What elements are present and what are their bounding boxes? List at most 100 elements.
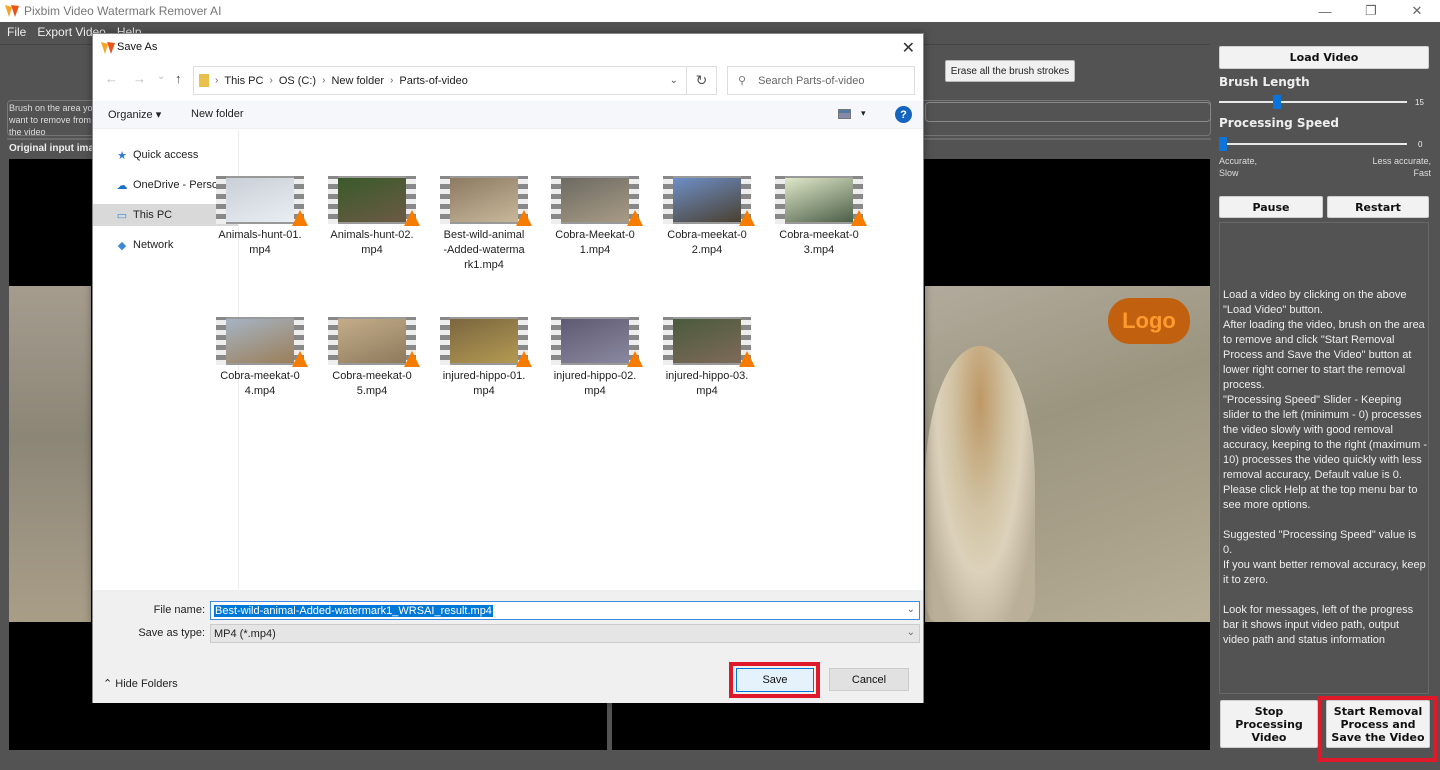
address-dropdown-icon[interactable]: ⌄: [670, 75, 678, 86]
refresh-icon[interactable]: ↻: [687, 66, 717, 95]
brush-length-slider[interactable]: [1219, 101, 1407, 103]
brush-length-slider-thumb[interactable]: [1273, 95, 1281, 109]
help-icon[interactable]: ?: [895, 106, 912, 123]
file-item[interactable]: Best-wild-animal -Added-waterma rk1.mp4: [434, 176, 534, 273]
file-item[interactable]: Cobra-meekat-0 3.mp4: [769, 176, 869, 258]
processing-speed-slider-thumb[interactable]: [1219, 137, 1227, 151]
app-title: Pixbim Video Watermark Remover AI: [24, 4, 222, 18]
breadcrumb-os-c[interactable]: OS (C:): [279, 75, 316, 87]
hide-folders-button[interactable]: ⌃ Hide Folders: [103, 677, 178, 690]
file-item[interactable]: Cobra-meekat-0 4.mp4: [210, 317, 310, 399]
thumbnail-image: [561, 178, 629, 222]
film-strip: [328, 176, 338, 224]
view-options-icon[interactable]: [838, 109, 851, 119]
nav-label: This PC: [133, 209, 173, 221]
cloud-icon: ☁: [116, 180, 128, 192]
maximize-button[interactable]: ❐: [1348, 0, 1394, 22]
progress-bar: [925, 102, 1211, 122]
network-icon: ◆: [117, 240, 127, 252]
vlc-icon: [739, 210, 755, 226]
brush-length-value: 15: [1415, 98, 1424, 107]
file-name-value: Best-wild-animal-Added-watermark1_WRSAI_…: [214, 604, 493, 617]
vlc-icon: [404, 351, 420, 367]
film-strip: [663, 317, 673, 365]
chevron-down-icon[interactable]: ⌄: [907, 604, 915, 615]
file-name: injured-hippo-02. mp4: [553, 370, 637, 397]
file-name-input[interactable]: Best-wild-animal-Added-watermark1_WRSAI_…: [210, 601, 920, 620]
video-thumbnail: [216, 176, 308, 226]
stop-processing-button[interactable]: Stop Processing Video: [1220, 700, 1318, 748]
breadcrumb-parts-of-video[interactable]: Parts-of-video: [399, 75, 467, 87]
nav-quick-access[interactable]: ★ Quick access: [93, 144, 238, 166]
file-name: injured-hippo-03. mp4: [665, 370, 749, 397]
pause-button[interactable]: Pause: [1219, 196, 1323, 218]
video-thumbnail: [551, 317, 643, 367]
brush-video-frame[interactable]: Logo: [925, 286, 1210, 622]
computer-icon: ▭: [116, 210, 128, 222]
address-bar[interactable]: › This PC › OS (C:) › New folder › Parts…: [193, 66, 687, 95]
file-item[interactable]: Animals-hunt-01. mp4: [210, 176, 310, 258]
file-item[interactable]: Animals-hunt-02. mp4: [322, 176, 422, 258]
file-name-label: File name:: [153, 604, 205, 616]
menu-file[interactable]: File: [7, 25, 26, 39]
search-input[interactable]: ⚲ Search Parts-of-video: [727, 66, 915, 95]
file-name: Cobra-meekat-0 5.mp4: [332, 370, 412, 397]
thumbnail-image: [338, 178, 406, 222]
breadcrumb-separator: ›: [269, 75, 273, 86]
cancel-button[interactable]: Cancel: [829, 668, 909, 691]
processing-speed-label: Processing Speed: [1219, 116, 1340, 130]
file-item[interactable]: Cobra-meekat-0 2.mp4: [657, 176, 757, 258]
dialog-title: Save As: [117, 41, 158, 53]
film-strip: [663, 176, 673, 224]
processing-speed-slider[interactable]: [1219, 143, 1407, 145]
thumbnail-image: [450, 178, 518, 222]
breadcrumb-separator: ›: [322, 75, 326, 86]
close-button[interactable]: ✕: [1394, 0, 1440, 22]
file-name: Cobra-meekat-0 4.mp4: [220, 370, 300, 397]
up-arrow-icon[interactable]: ↑: [175, 71, 182, 86]
file-item[interactable]: Cobra-meekat-0 5.mp4: [322, 317, 422, 399]
video-thumbnail: [440, 317, 532, 367]
status-message: Brush on the area you want to remove fro…: [9, 103, 98, 137]
file-name: Animals-hunt-02. mp4: [330, 229, 414, 256]
vlc-icon: [516, 210, 532, 226]
file-item[interactable]: injured-hippo-03. mp4: [657, 317, 757, 399]
forward-arrow-icon[interactable]: →: [133, 71, 146, 86]
file-item[interactable]: injured-hippo-01. mp4: [434, 317, 534, 399]
load-video-button[interactable]: Load Video: [1219, 46, 1429, 69]
file-item[interactable]: injured-hippo-02. mp4: [545, 317, 645, 399]
chevron-down-icon[interactable]: ⌄: [907, 627, 915, 638]
thumbnail-image: [338, 319, 406, 363]
file-name: Best-wild-animal -Added-waterma rk1.mp4: [443, 229, 525, 271]
speed-min-label: Accurate, Slow: [1219, 156, 1258, 178]
organize-button[interactable]: Organize ▾: [108, 108, 161, 121]
minimize-button[interactable]: —: [1302, 0, 1348, 22]
thumbnail-image: [673, 178, 741, 222]
breadcrumb-separator: ›: [390, 75, 394, 86]
new-folder-button[interactable]: New folder: [191, 108, 244, 120]
film-strip: [216, 317, 226, 365]
file-name: Cobra-meekat-0 2.mp4: [667, 229, 747, 256]
hide-folders-label: Hide Folders: [115, 678, 178, 690]
file-item[interactable]: Cobra-Meekat-0 1.mp4: [545, 176, 645, 258]
restart-button[interactable]: Restart: [1327, 196, 1429, 218]
folder-icon: [199, 74, 209, 87]
instructions-text: Load a video by clicking on the above "L…: [1223, 289, 1427, 646]
view-dropdown-icon[interactable]: ▾: [861, 108, 866, 119]
film-strip: [216, 176, 226, 224]
vlc-icon: [739, 351, 755, 367]
erase-brush-strokes-button[interactable]: Erase all the brush strokes: [945, 60, 1075, 82]
save-as-dialog: Save As ✕ ← → ⌄ ↑ › This PC › OS (C:) › …: [92, 33, 924, 703]
file-name: Cobra-Meekat-0 1.mp4: [555, 229, 635, 256]
original-video-frame[interactable]: [9, 286, 91, 622]
save-type-select[interactable]: MP4 (*.mp4) ⌄: [210, 624, 920, 643]
back-arrow-icon[interactable]: ←: [105, 71, 118, 86]
dialog-close-icon[interactable]: ✕: [902, 38, 915, 58]
file-name: injured-hippo-01. mp4: [442, 370, 526, 397]
video-thumbnail: [440, 176, 532, 226]
dialog-app-icon: [100, 40, 116, 59]
breadcrumb-new-folder[interactable]: New folder: [331, 75, 384, 87]
video-thumbnail: [775, 176, 867, 226]
breadcrumb-this-pc[interactable]: This PC: [224, 75, 263, 87]
recent-locations-icon[interactable]: ⌄: [157, 71, 165, 82]
